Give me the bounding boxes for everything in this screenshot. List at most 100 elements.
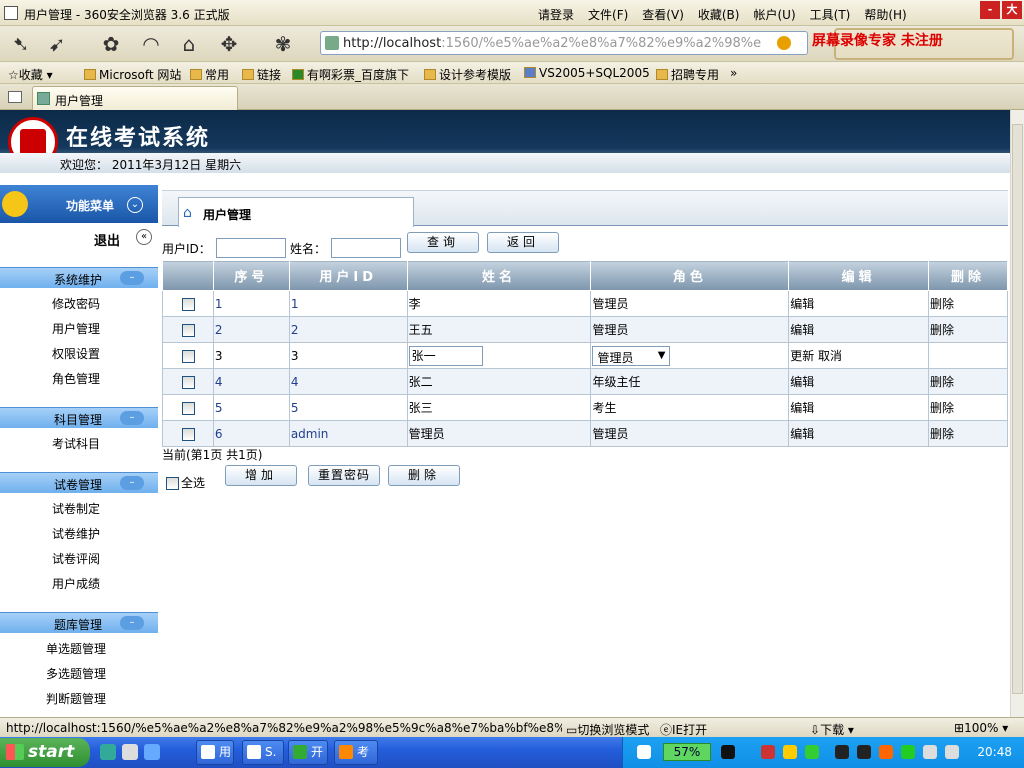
address-bar[interactable]: http://localhost:1560/%e5%ae%a2%e8%a7%82… — [320, 31, 808, 55]
switch-mode-button[interactable]: ▭切换浏览模式 — [566, 721, 649, 738]
menu-favorites[interactable]: 收藏(B) — [698, 6, 740, 23]
row-edit-link[interactable]: 编辑 — [788, 368, 930, 395]
row-checkbox[interactable] — [181, 375, 195, 389]
fav-common[interactable]: 常用 — [190, 66, 229, 83]
stop-icon[interactable]: ✿ — [98, 31, 124, 57]
row-delete-link[interactable]: 删除 — [928, 316, 1008, 343]
fav-templates[interactable]: 设计参考模版 — [424, 66, 511, 83]
paw-icon[interactable]: ✾ — [270, 31, 296, 57]
row-checkbox[interactable] — [181, 401, 195, 415]
address-url[interactable]: http://localhost:1560/%e5%ae%a2%e8%a7%82… — [343, 36, 783, 51]
sidebar-item-user-management[interactable]: 用户管理 — [52, 320, 100, 337]
sidebar-item-paper-maintain[interactable]: 试卷维护 — [52, 525, 100, 542]
logout-link[interactable]: 退出 — [94, 230, 120, 249]
group-toggle-icon[interactable]: – — [120, 411, 144, 425]
home-icon[interactable]: ⌂ — [176, 31, 202, 57]
sidebar-toggle-icon[interactable] — [8, 91, 22, 103]
group-paper-management[interactable]: 试卷管理 – — [0, 472, 158, 493]
row-delete-link[interactable]: 删除 — [928, 368, 1008, 395]
row-delete-link[interactable]: 删除 — [928, 290, 1008, 317]
select-all-checkbox[interactable] — [166, 477, 179, 490]
shield-icon[interactable] — [901, 745, 915, 759]
row-checkbox[interactable] — [181, 349, 195, 363]
sidebar-item-multi-choice[interactable]: 多选题管理 — [46, 665, 106, 682]
scrollbar-thumb[interactable] — [1012, 124, 1023, 694]
page-scrollbar[interactable] — [1010, 110, 1024, 717]
row-checkbox[interactable] — [181, 427, 195, 441]
menu-tools[interactable]: 工具(T) — [810, 6, 851, 23]
sidebar-item-paper-create[interactable]: 试卷制定 — [52, 500, 100, 517]
group-question-bank[interactable]: 题库管理 – — [0, 612, 158, 633]
tray-icon[interactable] — [637, 745, 651, 759]
select-all[interactable]: 全选 — [166, 474, 205, 491]
edit-name-input[interactable] — [408, 345, 483, 366]
tools-icon[interactable]: ✥ — [216, 31, 242, 57]
back-icon[interactable]: ➷ — [8, 31, 34, 57]
maximize-button[interactable]: 大 — [1002, 1, 1022, 19]
volume-icon[interactable] — [945, 745, 959, 759]
row-checkbox[interactable] — [181, 297, 195, 311]
zoom-level[interactable]: ⊞100% ▾ — [954, 721, 1008, 735]
fav-links[interactable]: 链接 — [242, 66, 281, 83]
row-edit-link[interactable]: 编辑 — [788, 420, 930, 447]
sidebar-item-exam-subjects[interactable]: 考试科目 — [52, 435, 100, 452]
group-system-maintenance[interactable]: 系统维护 – — [0, 267, 158, 288]
taskbar-button[interactable]: S. — [242, 740, 284, 765]
fav-vs2005[interactable]: VS2005+SQL2005 — [524, 66, 650, 80]
row-edit-link[interactable]: 编辑 — [788, 290, 930, 317]
plug-icon[interactable] — [721, 745, 735, 759]
refresh-icon[interactable]: ◠ — [138, 31, 164, 57]
menu-account[interactable]: 帐户(U) — [753, 6, 795, 23]
quicklaunch-icon[interactable] — [122, 744, 138, 760]
collapse-menu-icon[interactable]: ⌄ — [127, 197, 143, 213]
taskbar-button[interactable]: 考 — [334, 740, 378, 765]
collapse-sidebar-icon[interactable]: « — [136, 229, 152, 245]
userid-input[interactable] — [216, 238, 286, 258]
go-icon[interactable] — [777, 36, 791, 50]
row-edit-link[interactable]: 编辑 — [788, 394, 930, 421]
menu-view[interactable]: 查看(V) — [642, 6, 684, 23]
ie-open-button[interactable]: ⓔIE打开 — [660, 721, 707, 738]
sidebar-item-single-choice[interactable]: 单选题管理 — [46, 640, 106, 657]
group-subject-management[interactable]: 科目管理 – — [0, 407, 158, 428]
taskbar-button[interactable]: 用 — [196, 740, 234, 765]
row-checkbox[interactable] — [181, 323, 195, 337]
sidebar-item-user-scores[interactable]: 用户成绩 — [52, 575, 100, 592]
favorites-menu[interactable]: ☆收藏 ▾ — [8, 66, 53, 83]
group-toggle-icon[interactable]: – — [120, 616, 144, 630]
tray-icon[interactable] — [805, 745, 819, 759]
name-input[interactable] — [331, 238, 401, 258]
sidebar-item-change-password[interactable]: 修改密码 — [52, 295, 100, 312]
edit-role-select[interactable]: 管理员 ▼ — [592, 345, 671, 366]
qq-icon[interactable] — [857, 745, 871, 759]
tab-user-management[interactable]: 用户管理 — [32, 86, 238, 110]
row-delete-link[interactable]: 删除 — [928, 420, 1008, 447]
query-button[interactable]: 查询 — [407, 232, 479, 253]
qq-icon[interactable] — [835, 745, 849, 759]
fav-jobs[interactable]: 招聘专用 — [656, 66, 719, 83]
reset-password-button[interactable]: 重置密码 — [308, 465, 380, 486]
fav-more[interactable]: » — [730, 66, 737, 80]
start-button[interactable]: start — [0, 738, 90, 767]
tray-icon[interactable] — [879, 745, 893, 759]
row-edit-link[interactable]: 编辑 — [788, 316, 930, 343]
menu-file[interactable]: 文件(F) — [588, 6, 628, 23]
back-button[interactable]: 返回 — [487, 232, 559, 253]
tray-icon[interactable] — [783, 745, 797, 759]
delete-button[interactable]: 删除 — [388, 465, 460, 486]
group-toggle-icon[interactable]: – — [120, 476, 144, 490]
taskbar-button[interactable]: 开 — [288, 740, 328, 765]
fav-microsoft[interactable]: Microsoft 网站 — [84, 66, 181, 83]
tray-icon[interactable] — [761, 745, 775, 759]
sidebar-item-permission-settings[interactable]: 权限设置 — [52, 345, 100, 362]
sidebar-item-true-false[interactable]: 判断题管理 — [46, 690, 106, 707]
fav-lottery[interactable]: 有啊彩票_百度旗下 — [292, 66, 409, 83]
menu-help[interactable]: 帮助(H) — [864, 6, 906, 23]
quicklaunch-icon[interactable] — [144, 744, 160, 760]
sidebar-item-role-management[interactable]: 角色管理 — [52, 370, 100, 387]
minimize-button[interactable]: - — [980, 1, 1000, 19]
add-button[interactable]: 增加 — [225, 465, 297, 486]
download-button[interactable]: ⇩下载 ▾ — [810, 721, 854, 738]
quicklaunch-icon[interactable] — [100, 744, 116, 760]
menu-login[interactable]: 请登录 — [538, 6, 574, 23]
